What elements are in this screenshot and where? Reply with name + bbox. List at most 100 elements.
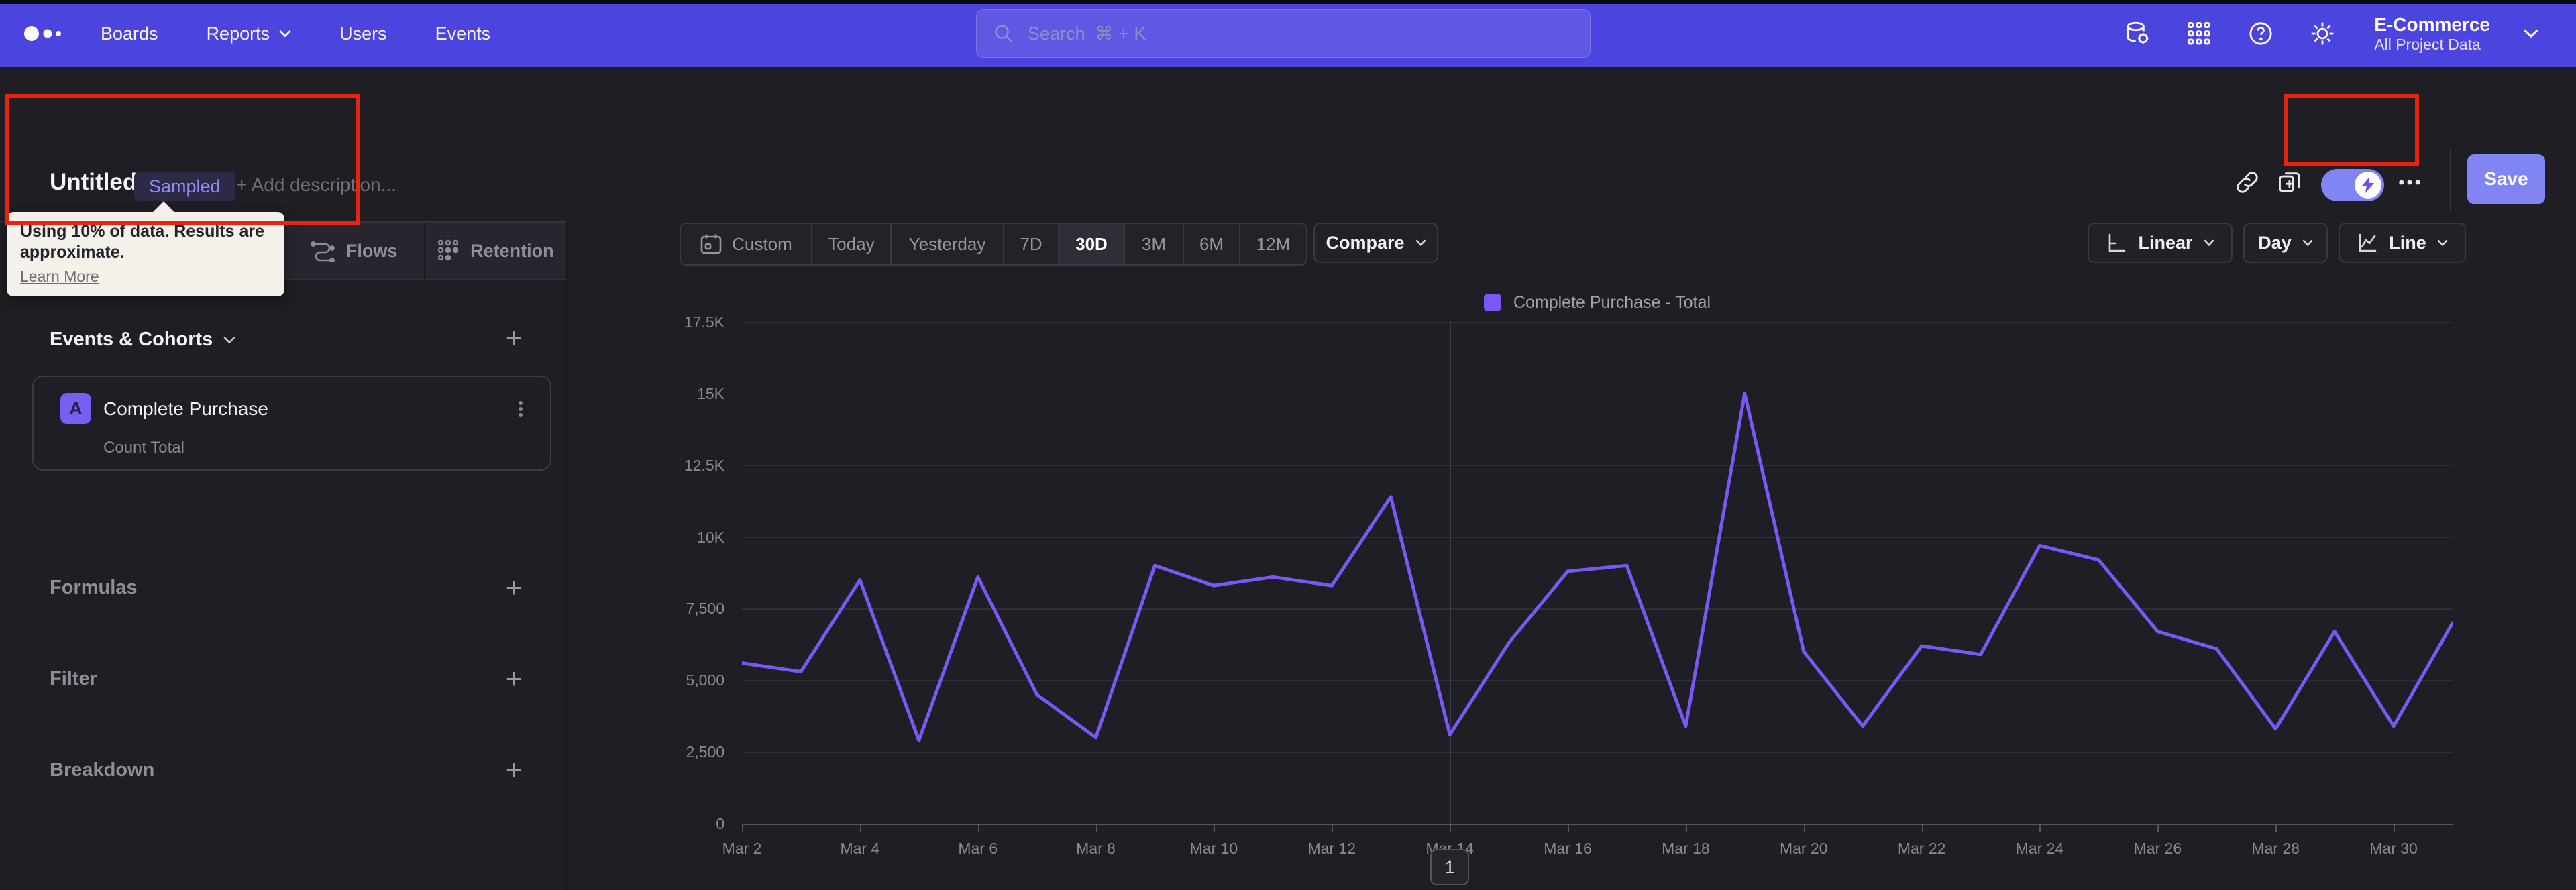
chevron-down-icon [279, 30, 291, 38]
x-axis-label: Mar 2 [722, 840, 762, 857]
axis-scale-label: Linear [2138, 232, 2193, 253]
nav-right-cluster: E-Commerce All Project Data [2123, 0, 2538, 67]
x-axis-label: Mar 4 [840, 840, 880, 857]
range-6m[interactable]: 6M [1184, 224, 1240, 264]
nav-item-users[interactable]: Users [339, 23, 387, 44]
mixpanel-logo-icon[interactable] [23, 0, 70, 67]
event-name: Complete Purchase [103, 398, 268, 419]
chart-legend[interactable]: Complete Purchase - Total [742, 288, 2453, 317]
x-axis-label: Mar 8 [1076, 840, 1116, 857]
granularity-button[interactable]: Day [2243, 223, 2328, 263]
annotation-marker-1[interactable]: 1 [1430, 849, 1470, 885]
axis-scale-button[interactable]: Linear [2088, 223, 2233, 263]
more-options-icon[interactable] [2396, 169, 2423, 196]
tooltip-text: Using 10% of data. Results are approxima… [20, 222, 265, 262]
x-axis-tick [2157, 825, 2159, 832]
lightning-bolt-icon [2362, 177, 2374, 193]
add-breakdown-button[interactable]: + [500, 756, 527, 784]
project-switcher[interactable]: E-Commerce All Project Data [2374, 14, 2490, 54]
sampled-badge[interactable]: Sampled [134, 172, 235, 201]
tab-flows[interactable]: Flows [283, 223, 425, 280]
range-7d[interactable]: 7D [1004, 224, 1059, 264]
y-axis-label: 17.5K [684, 313, 724, 331]
window-top-strip [0, 0, 2576, 4]
project-chevron-down-icon[interactable] [2524, 29, 2538, 38]
legend-swatch [1483, 294, 1501, 311]
query-sidebar: InsightsFunnelsFlowsRetention Events & C… [0, 221, 566, 890]
chart-type-label: Line [2389, 232, 2426, 253]
y-axis-label: 5,000 [686, 671, 724, 689]
section-breakdown: Breakdown + [0, 756, 566, 786]
range-label: 30D [1075, 233, 1108, 254]
y-axis-label: 0 [716, 815, 724, 832]
section-filter: Filter + [0, 665, 566, 695]
x-axis-label: Mar 24 [2015, 840, 2064, 857]
linear-axis-icon [2109, 233, 2126, 252]
y-axis-label: 12.5K [684, 456, 724, 474]
apps-grid-icon[interactable] [2185, 19, 2213, 48]
range-label: Custom [732, 233, 792, 254]
save-button[interactable]: Save [2467, 154, 2545, 204]
compare-label: Compare [1326, 232, 1405, 253]
event-metric[interactable]: Count Total [103, 439, 184, 457]
x-axis-label: Mar 22 [1897, 840, 1946, 857]
add-description[interactable]: + Add description... [236, 174, 396, 196]
copy-link-icon[interactable] [2234, 169, 2261, 196]
search-icon [993, 23, 1014, 44]
nav-item-label: Users [339, 23, 387, 44]
bolt-sampling-toggle[interactable] [2321, 169, 2384, 201]
nav-item-label: Reports [206, 23, 270, 44]
search-input[interactable] [1026, 22, 1574, 45]
tab-retention[interactable]: Retention [425, 223, 566, 280]
nav-item-label: Boards [101, 23, 158, 44]
duplicate-icon[interactable] [2277, 169, 2304, 196]
chart-type-button[interactable]: Line [2339, 223, 2466, 263]
toggle-knob [2355, 172, 2381, 199]
add-filter-button[interactable]: + [500, 665, 527, 693]
range-label: 6M [1199, 233, 1224, 254]
x-axis-label: Mar 26 [2133, 840, 2182, 857]
settings-gear-icon[interactable] [2308, 19, 2337, 48]
event-card[interactable]: A Complete Purchase Count Total [32, 376, 551, 471]
range-yesterday[interactable]: Yesterday [892, 224, 1004, 264]
mixpanel-insights-app: Boards Reports Users Events Search ⌘ + K… [0, 0, 2576, 890]
line-chart-plot[interactable]: 0 2,500 5,000 7,500 10K 12.5K 15K 17.5K Mar 2 Mar… [684, 313, 2453, 885]
range-30d[interactable]: 30D [1059, 224, 1125, 264]
x-axis-tick [1450, 825, 1452, 832]
chevron-down-icon [2302, 239, 2312, 246]
nav-item-boards[interactable]: Boards [101, 23, 158, 44]
sampling-tooltip: Using 10% of data. Results are approxima… [7, 201, 284, 296]
learn-more-link[interactable]: Learn More [20, 268, 99, 286]
data-management-icon[interactable] [2123, 19, 2151, 48]
range-label: 7D [1020, 233, 1042, 254]
range-12m[interactable]: 12M [1240, 224, 1306, 264]
help-icon[interactable] [2247, 19, 2275, 48]
range-3m[interactable]: 3M [1125, 224, 1184, 264]
x-axis-label: Mar 28 [2251, 840, 2300, 857]
range-today[interactable]: Today [812, 224, 892, 264]
search-bar[interactable] [976, 9, 1591, 58]
section-label: Formulas [50, 577, 138, 598]
range-label: Yesterday [908, 233, 986, 254]
sidebar-divider [566, 221, 567, 890]
granularity-label: Day [2258, 232, 2292, 253]
nav-item-events[interactable]: Events [435, 23, 491, 44]
events-cohorts-header[interactable]: Events & Cohorts [50, 329, 235, 351]
x-axis-label: Mar 12 [1307, 840, 1356, 857]
y-axis-label: 10K [697, 528, 724, 546]
report-title[interactable]: Untitled [50, 169, 137, 196]
x-axis-tick [1095, 825, 1097, 832]
add-formulas-button[interactable]: + [500, 573, 527, 602]
series-line [742, 392, 2453, 742]
chevron-down-icon [2437, 239, 2447, 246]
event-letter-badge: A [60, 393, 91, 424]
x-axis-tick [2039, 825, 2041, 832]
range-custom[interactable]: Custom [681, 224, 812, 264]
chevron-down-icon [224, 336, 235, 343]
add-event-button[interactable]: + [500, 324, 527, 352]
event-kebab-icon[interactable] [508, 397, 533, 421]
x-axis-tick [1921, 825, 1923, 832]
nav-items: Boards Reports Users Events [101, 0, 490, 67]
nav-item-reports[interactable]: Reports [207, 23, 292, 44]
compare-button[interactable]: Compare [1313, 223, 1438, 263]
